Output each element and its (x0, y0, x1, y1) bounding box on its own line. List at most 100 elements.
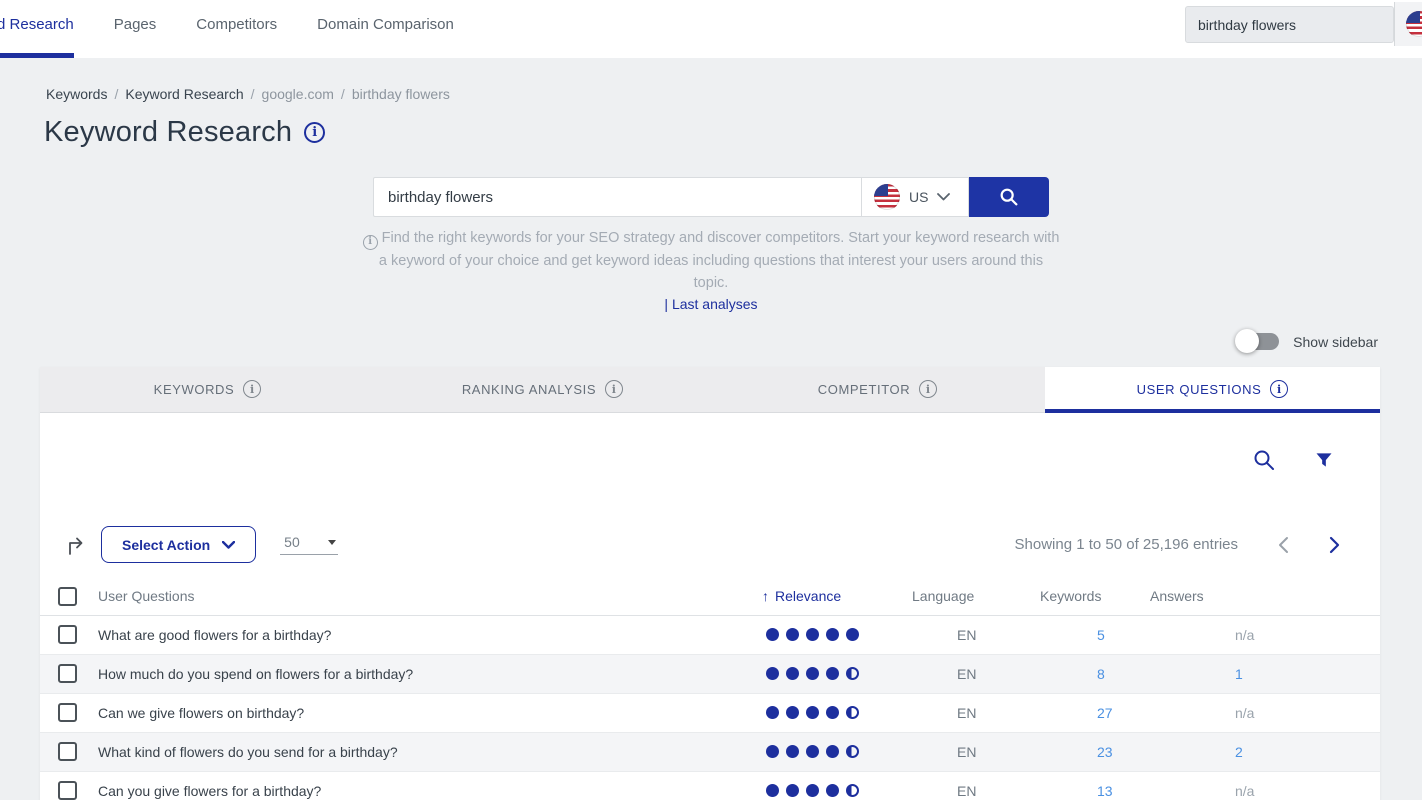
answers-cell[interactable]: 1 (1150, 666, 1380, 682)
page-title-row: Keyword Research i (44, 116, 1422, 149)
table-search-button[interactable] (1252, 448, 1276, 472)
keywords-count-link[interactable]: 23 (1040, 744, 1150, 760)
relevance-dot (786, 745, 799, 758)
pagination-prev-button[interactable] (1278, 536, 1289, 554)
relevance-dot (846, 706, 859, 719)
info-icon: i (919, 380, 937, 398)
tab-ranking-analysis[interactable]: RANKING ANALYSISi (375, 367, 710, 412)
tab-competitor[interactable]: COMPETITORi (710, 367, 1045, 412)
keyword-input[interactable] (373, 177, 861, 217)
showing-entries-text: Showing 1 to 50 of 25,196 entries (1015, 536, 1239, 553)
chevron-right-icon (1329, 536, 1340, 554)
info-icon: i (363, 235, 378, 250)
row-checkbox[interactable] (58, 742, 77, 761)
nav-item-keyword-research[interactable]: Keyword Research (0, 0, 74, 58)
relevance-dot (786, 706, 799, 719)
breadcrumb-separator: / (114, 86, 118, 102)
pagination-next-button[interactable] (1329, 536, 1340, 554)
table-row: How much do you spend on flowers for a b… (40, 655, 1380, 694)
keywords-count-link[interactable]: 8 (1040, 666, 1150, 682)
language-cell: EN (912, 627, 1040, 643)
keywords-count-link[interactable]: 13 (1040, 783, 1150, 799)
nav-item-competitors[interactable]: Competitors (196, 0, 277, 58)
export-button[interactable] (65, 534, 87, 556)
relevance-dot (766, 667, 779, 680)
row-checkbox[interactable] (58, 703, 77, 722)
question-cell: Can you give flowers for a birthday? (98, 783, 762, 799)
relevance-dot (846, 667, 859, 680)
search-icon (1252, 448, 1276, 472)
sidebar-toggle-row: Show sidebar (0, 330, 1378, 354)
relevance-dot (826, 706, 839, 719)
table-row: What kind of flowers do you send for a b… (40, 733, 1380, 772)
table-filter-button[interactable] (1314, 450, 1334, 470)
table-row: Can we give flowers on birthday? EN 27 n… (40, 694, 1380, 733)
row-checkbox[interactable] (58, 781, 77, 800)
relevance-dot (826, 745, 839, 758)
nav-item-domain-comparison[interactable]: Domain Comparison (317, 0, 454, 58)
relevance-dots (762, 745, 912, 758)
chevron-down-icon (222, 541, 235, 549)
select-action-button[interactable]: Select Action (101, 526, 256, 563)
nav-item-pages[interactable]: Pages (114, 0, 157, 58)
column-header-keywords[interactable]: Keywords (1040, 588, 1150, 604)
relevance-dot (766, 706, 779, 719)
show-sidebar-label: Show sidebar (1293, 334, 1378, 350)
answers-cell[interactable]: n/a (1150, 705, 1380, 721)
relevance-dot (846, 628, 859, 641)
info-icon: i (605, 380, 623, 398)
table-row: What are good flowers for a birthday? EN… (40, 616, 1380, 655)
relevance-dot (766, 784, 779, 797)
top-bar: Keyword Research Pages Competitors Domai… (0, 0, 1422, 58)
title-info-icon[interactable]: i (304, 122, 325, 143)
table-row: Can you give flowers for a birthday? EN … (40, 772, 1380, 800)
tab-user-questions[interactable]: USER QUESTIONSi (1045, 367, 1380, 412)
answers-cell[interactable]: n/a (1150, 783, 1380, 799)
us-flag-icon (1406, 11, 1422, 37)
answers-cell[interactable]: n/a (1150, 627, 1380, 643)
show-sidebar-toggle[interactable] (1237, 333, 1279, 350)
select-all-checkbox[interactable] (58, 587, 77, 606)
breadcrumb-keyword: birthday flowers (352, 86, 450, 102)
export-arrow-icon (65, 534, 87, 556)
row-checkbox[interactable] (58, 664, 77, 683)
breadcrumb-separator: / (251, 86, 255, 102)
language-cell: EN (912, 744, 1040, 760)
keyword-search-bar: US (373, 177, 1049, 217)
page-size-select[interactable]: 50 (280, 534, 338, 555)
column-header-language[interactable]: Language (912, 588, 1040, 604)
breadcrumb-separator: / (341, 86, 345, 102)
column-header-answers[interactable]: Answers (1150, 588, 1380, 604)
relevance-dot (846, 784, 859, 797)
question-cell: Can we give flowers on birthday? (98, 705, 762, 721)
chevron-down-icon (937, 193, 950, 201)
question-cell: What are good flowers for a birthday? (98, 627, 762, 643)
relevance-dot (786, 784, 799, 797)
row-checkbox[interactable] (58, 625, 77, 644)
country-select[interactable]: US (861, 177, 969, 217)
caret-down-icon (328, 540, 336, 545)
last-analyses-link[interactable]: | Last analyses (0, 296, 1422, 312)
language-cell: EN (912, 783, 1040, 799)
keyword-search-description: i Find the right keywords for your SEO s… (361, 227, 1061, 294)
language-cell: EN (912, 705, 1040, 721)
relevance-dot (826, 784, 839, 797)
top-language-selector[interactable] (1394, 2, 1422, 46)
keywords-count-link[interactable]: 27 (1040, 705, 1150, 721)
relevance-dot (786, 667, 799, 680)
top-search-input[interactable] (1185, 6, 1394, 43)
column-header-relevance[interactable]: ↑Relevance (762, 588, 912, 604)
relevance-dot (846, 745, 859, 758)
sort-ascending-icon: ↑ (762, 588, 769, 604)
country-code-label: US (909, 189, 928, 205)
keywords-count-link[interactable]: 5 (1040, 627, 1150, 643)
breadcrumb: Keywords/Keyword Research/google.com/bir… (46, 86, 1422, 102)
question-cell: How much do you spend on flowers for a b… (98, 666, 762, 682)
breadcrumb-keyword-research[interactable]: Keyword Research (125, 86, 243, 102)
tab-keywords[interactable]: KEYWORDSi (40, 367, 375, 412)
breadcrumb-keywords[interactable]: Keywords (46, 86, 107, 102)
keyword-search-button[interactable] (969, 177, 1049, 217)
answers-cell[interactable]: 2 (1150, 744, 1380, 760)
page-title: Keyword Research (44, 116, 292, 149)
column-header-user-questions: User Questions (98, 588, 762, 604)
